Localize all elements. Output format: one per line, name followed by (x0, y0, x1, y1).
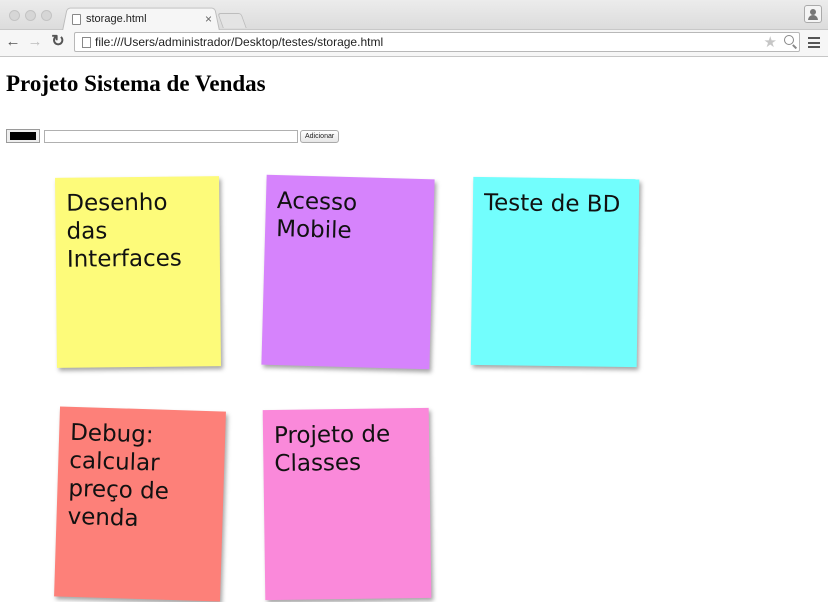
note-text-input[interactable] (44, 130, 298, 143)
page-title: Projeto Sistema de Vendas (6, 71, 266, 96)
sticky-note[interactable]: Desenho das Interfaces (55, 176, 221, 368)
close-window-button[interactable] (9, 10, 20, 21)
search-icon[interactable] (784, 35, 794, 45)
bookmark-star-icon[interactable]: ★ (764, 33, 777, 51)
address-url[interactable]: file:///Users/administrador/Desktop/test… (95, 35, 383, 49)
sticky-note[interactable]: Acesso Mobile (261, 174, 435, 370)
color-picker[interactable] (6, 129, 40, 143)
tab-close-icon[interactable]: × (205, 12, 212, 26)
sticky-note-text: Teste de BD (483, 190, 621, 218)
sticky-note-text: Debug: calcular preço de venda (67, 419, 170, 532)
new-tab-button[interactable] (217, 13, 247, 28)
sticky-note-text: Projeto de Classes (273, 421, 391, 478)
page-icon (72, 13, 81, 25)
sticky-note-text: Acesso Mobile (275, 187, 358, 245)
tab-title: storage.html (86, 13, 147, 25)
color-swatch (10, 132, 36, 140)
window-titlebar: storage.html × (0, 0, 828, 31)
profile-icon[interactable] (804, 5, 822, 23)
forward-button[interactable]: → (26, 33, 44, 51)
sticky-note[interactable]: Debug: calcular preço de venda (54, 406, 226, 602)
sticky-note[interactable]: Projeto de Classes (262, 407, 432, 601)
minimize-window-button[interactable] (25, 10, 36, 21)
zoom-window-button[interactable] (41, 10, 52, 21)
reload-button[interactable]: ↻ (49, 33, 67, 51)
back-button[interactable]: ← (4, 33, 22, 51)
sticky-note-text: Desenho das Interfaces (66, 189, 182, 273)
browser-tab-content[interactable]: storage.html × (72, 10, 212, 28)
address-bar[interactable]: file:///Users/administrador/Desktop/test… (74, 32, 800, 52)
sticky-note[interactable]: Teste de BD (470, 176, 640, 368)
page-content: Projeto Sistema de Vendas Adicionar Dese… (0, 57, 828, 602)
menu-icon[interactable] (808, 37, 820, 48)
page-icon (82, 37, 91, 48)
browser-toolbar: ← → ↻ file:///Users/administrador/Deskto… (0, 30, 828, 57)
add-button[interactable]: Adicionar (300, 130, 340, 143)
